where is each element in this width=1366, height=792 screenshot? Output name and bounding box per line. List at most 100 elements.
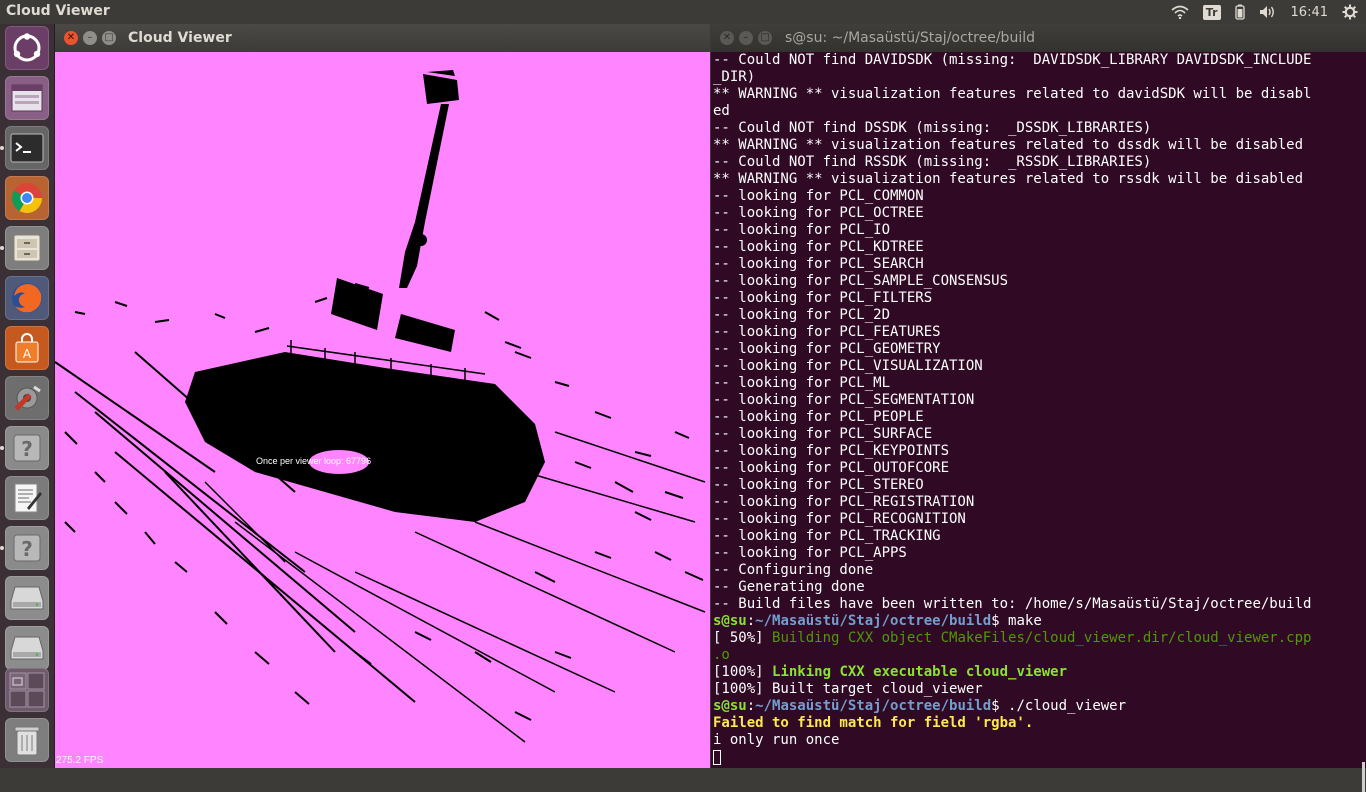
terminal-titlebar[interactable]: ✕ – □ s@su: ~/Masaüstü/Staj/octree/build [711, 24, 1366, 52]
terminal-maximize-button[interactable]: □ [758, 31, 772, 45]
terminal-line: -- looking for PCL_TRACKING [713, 528, 1358, 545]
battery-icon[interactable] [1234, 4, 1245, 20]
launcher-unknown-app-2[interactable]: ? [5, 526, 49, 570]
question-mark-icon: ? [13, 434, 41, 462]
launcher-terminal[interactable] [5, 126, 49, 170]
terminal-scrollbar[interactable] [1362, 762, 1365, 792]
terminal-output[interactable]: -- Could NOT find DAVIDSDK (missing: DAV… [713, 52, 1358, 768]
viewer-close-button[interactable]: ✕ [64, 31, 78, 45]
window-icon [11, 84, 43, 112]
terminal-line: -- Could NOT find DSSDK (missing: _DSSDK… [713, 120, 1358, 137]
system-tray: Tr 16:41 [1171, 0, 1366, 24]
line-text: -- looking for PCL_OCTREE [713, 205, 924, 221]
prompt-path: ~/Masaüstü/Staj/octree/build [755, 613, 992, 629]
terminal-line: -- looking for PCL_IO [713, 222, 1358, 239]
terminal-line: -- looking for PCL_ML [713, 375, 1358, 392]
terminal-line: .o [713, 647, 1358, 664]
launcher-chrome[interactable] [5, 176, 49, 220]
firefox-icon [12, 283, 42, 313]
launcher-drive-2[interactable] [5, 626, 49, 670]
line-text: -- looking for PCL_TRACKING [713, 528, 941, 544]
terminal-line [713, 749, 1358, 766]
terminal-line: ** WARNING ** visualization features rel… [713, 137, 1358, 154]
settings-gear-icon[interactable] [1342, 4, 1358, 20]
line-text: -- looking for PCL_FEATURES [713, 324, 941, 340]
line-colored-text: Building CXX object CMakeFiles/cloud_vie… [772, 630, 1312, 646]
line-text: -- looking for PCL_REGISTRATION [713, 494, 975, 510]
panel-points-left [331, 278, 383, 330]
launcher-software-center[interactable]: A [5, 326, 49, 370]
terminal-close-button[interactable]: ✕ [720, 31, 734, 45]
point-cloud-render [55, 70, 706, 743]
keyboard-layout-indicator[interactable]: Tr [1202, 4, 1221, 20]
volume-icon[interactable] [1259, 5, 1277, 19]
line-text: -- Could NOT find DAVIDSDK (missing: DAV… [713, 52, 1312, 68]
launcher-running-pip [0, 146, 4, 150]
line-text: -- looking for PCL_APPS [713, 545, 907, 561]
svg-text:?: ? [21, 437, 33, 461]
line-text: -- looking for PCL_VISUALIZATION [713, 358, 983, 374]
terminal-line: [100%] Built target cloud_viewer [713, 681, 1358, 698]
terminal-line: -- looking for PCL_SEGMENTATION [713, 392, 1358, 409]
tower-head-points [423, 70, 459, 104]
terminal-minimize-button[interactable]: – [739, 31, 753, 45]
line-text: -- looking for PCL_OUTOFCORE [713, 460, 950, 476]
terminal-line: -- looking for PCL_APPS [713, 545, 1358, 562]
launcher-dash[interactable] [5, 26, 49, 70]
file-cabinet-icon [13, 234, 41, 262]
line-text: -- Build files have been written to: /ho… [713, 596, 1312, 612]
launcher-drive-1[interactable] [5, 576, 49, 620]
clock[interactable]: 16:41 [1291, 5, 1328, 20]
line-colored-text: .o [713, 647, 730, 663]
terminal-line: -- looking for PCL_SAMPLE_CONSENSUS [713, 273, 1358, 290]
terminal-line: ** WARNING ** visualization features rel… [713, 86, 1358, 103]
launcher: A ? ? [0, 24, 55, 768]
launcher-workspace[interactable] [5, 76, 49, 120]
terminal-line: -- looking for PCL_KEYPOINTS [713, 443, 1358, 460]
terminal-line: -- looking for PCL_RECOGNITION [713, 511, 1358, 528]
gear-wrench-icon [14, 385, 41, 411]
line-text: ed [713, 103, 730, 119]
launcher-workspace-switcher[interactable] [5, 668, 49, 712]
terminal-icon [10, 133, 44, 163]
cloud-viewer-window: ✕ – □ Cloud Viewer Once per viewer loop:… [55, 24, 710, 768]
hard-drive-icon [10, 636, 44, 660]
terminal-line: [ 50%] Building CXX object CMakeFiles/cl… [713, 630, 1358, 647]
terminal-line: -- looking for PCL_REGISTRATION [713, 494, 1358, 511]
terminal-line: -- Configuring done [713, 562, 1358, 579]
launcher-system-settings[interactable] [5, 376, 49, 420]
question-mark-icon: ? [13, 534, 41, 562]
line-text: -- looking for PCL_2D [713, 307, 891, 323]
viewer-titlebar[interactable]: ✕ – □ Cloud Viewer [55, 24, 710, 52]
line-text: -- looking for PCL_SEARCH [713, 256, 924, 272]
ground-mass-points [185, 352, 545, 522]
terminal-line: -- looking for PCL_PEOPLE [713, 409, 1358, 426]
terminal-line: -- Could NOT find DAVIDSDK (missing: DAV… [713, 52, 1358, 69]
launcher-trash[interactable] [5, 718, 49, 762]
line-text: -- looking for PCL_COMMON [713, 188, 924, 204]
point-cloud-canvas[interactable]: Once per viewer loop: 67796 275.2 FPS [55, 52, 710, 768]
launcher-firefox[interactable] [5, 276, 49, 320]
line-text: [100%] Built target cloud_viewer [713, 681, 983, 697]
prompt-path: ~/Masaüstü/Staj/octree/build [755, 698, 992, 714]
terminal-line: Failed to find match for field 'rgba'. [713, 715, 1358, 732]
trash-icon [14, 726, 40, 756]
line-text: ** WARNING ** visualization features rel… [713, 86, 1312, 102]
launcher-unknown-app-1[interactable]: ? [5, 426, 49, 470]
launcher-running-pip [0, 246, 4, 250]
launcher-files[interactable] [5, 226, 49, 270]
line-text: -- looking for PCL_FILTERS [713, 290, 933, 306]
terminal-line: -- looking for PCL_SEARCH [713, 256, 1358, 273]
prompt-user: s@su [713, 613, 747, 629]
viewer-minimize-button[interactable]: – [83, 31, 97, 45]
terminal-line: -- looking for PCL_FILTERS [713, 290, 1358, 307]
launcher-text-editor[interactable] [5, 476, 49, 520]
line-prefix: [100%] [713, 664, 773, 680]
line-text: -- Could NOT find RSSDK (missing: _RSSDK… [713, 154, 1152, 170]
viewer-maximize-button[interactable]: □ [102, 31, 116, 45]
wifi-icon[interactable] [1171, 5, 1189, 19]
keyboard-layout-badge: Tr [1202, 4, 1221, 20]
shopping-bag-icon: A [15, 333, 39, 363]
panel-points-right [395, 314, 455, 352]
active-app-title: Cloud Viewer [6, 3, 110, 19]
